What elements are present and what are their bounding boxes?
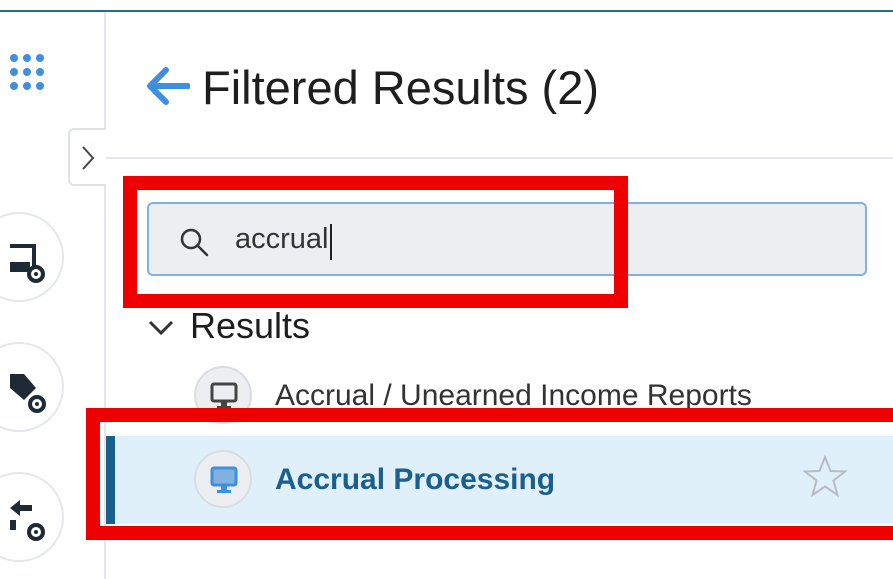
item-icon-badge xyxy=(194,366,252,424)
star-outline-icon[interactable] xyxy=(802,454,848,500)
collapse-panel-tab[interactable] xyxy=(68,128,106,186)
back-arrow-icon[interactable] xyxy=(146,66,190,106)
text-caret xyxy=(330,224,333,260)
apps-grid-icon[interactable] xyxy=(8,50,48,94)
search-box[interactable] xyxy=(147,202,867,276)
chevron-down-icon[interactable] xyxy=(146,316,176,340)
result-item-label: Accrual Processing xyxy=(275,463,556,496)
page-title: Filtered Results (2) xyxy=(202,61,599,114)
transfer-gear-icon xyxy=(10,500,45,541)
monitor-icon xyxy=(210,382,238,409)
result-item-label: Accrual / Unearned Income Reports xyxy=(275,379,752,412)
results-heading: Results xyxy=(190,305,311,346)
chevron-right-icon xyxy=(82,146,95,170)
register-gear-icon xyxy=(10,244,45,283)
monitor-icon xyxy=(210,466,238,493)
search-input[interactable] xyxy=(235,218,835,260)
result-item-accrual-processing[interactable]: Accrual Processing xyxy=(106,436,893,524)
item-icon-badge xyxy=(194,450,252,508)
tag-gear-icon xyxy=(10,374,46,413)
search-icon xyxy=(180,228,209,257)
header-divider xyxy=(106,157,893,159)
top-accent-line xyxy=(0,10,893,12)
selected-indicator xyxy=(106,436,115,524)
result-item-accrual-unearned-income-reports[interactable]: Accrual / Unearned Income Reports xyxy=(106,352,893,440)
